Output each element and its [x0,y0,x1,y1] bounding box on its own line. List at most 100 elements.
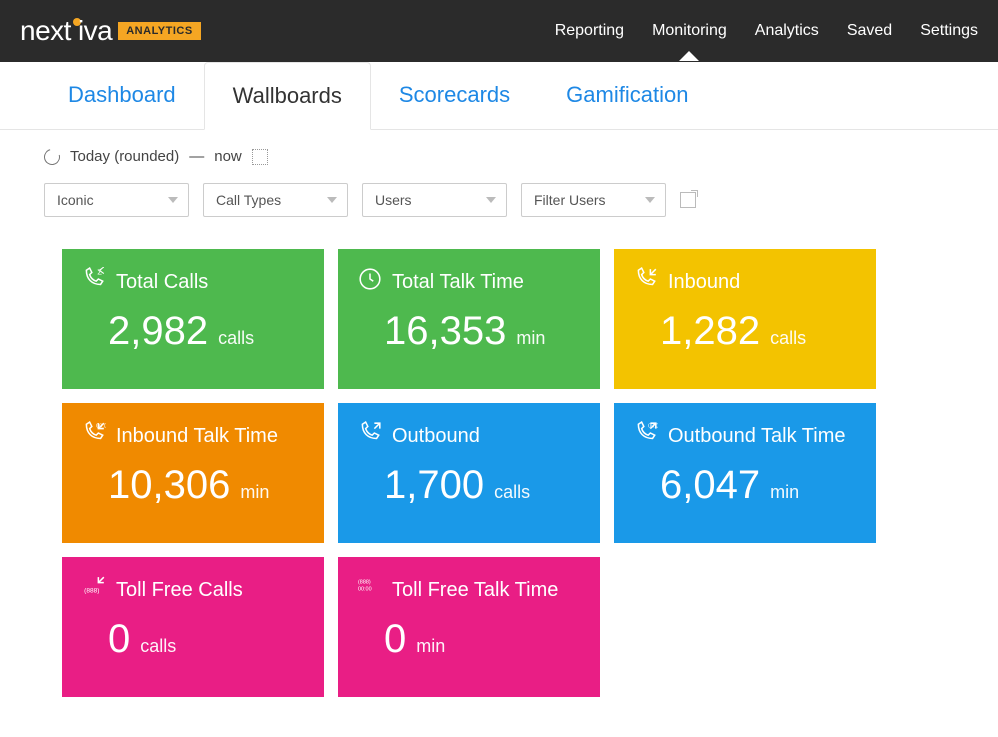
popout-icon[interactable] [680,192,696,208]
card-header: 00:00 Outbound Talk Time [634,421,856,451]
template-select-label: Iconic [57,192,94,208]
calendar-icon[interactable] [252,149,268,165]
card-title: Inbound Talk Time [116,425,278,448]
card-value: 0 min [358,617,580,662]
tab-dashboard[interactable]: Dashboard [40,62,204,129]
filter-users-label: Filter Users [534,192,606,208]
tollfree-time-icon: (888)00:00 [358,575,382,605]
card-number: 2,982 [108,309,208,354]
svg-text:00:00: 00:00 [358,586,372,592]
chevron-down-icon [327,197,337,203]
card-unit: calls [140,636,176,657]
card-title: Toll Free Talk Time [392,579,558,602]
chevron-down-icon [486,197,496,203]
card-title: Toll Free Calls [116,579,243,602]
subtabs: Dashboard Wallboards Scorecards Gamifica… [0,62,998,130]
svg-text:(888): (888) [358,580,371,586]
date-from[interactable]: Today (rounded) [70,148,179,165]
date-sep: — [189,148,204,165]
card-value: 1,282 calls [634,309,856,354]
nav-settings[interactable]: Settings [920,2,978,60]
template-select[interactable]: Iconic [44,183,189,217]
card-unit: min [416,636,445,657]
phone-in-time-icon: 00:00 [82,421,106,451]
card-title: Outbound [392,425,480,448]
card-title: Total Calls [116,271,208,294]
card-unit: min [240,482,269,503]
card-number: 0 [108,617,130,662]
svg-text:(888): (888) [84,587,99,594]
clock-icon [358,267,382,297]
card-number: 1,700 [384,463,484,508]
tab-gamification[interactable]: Gamification [538,62,716,129]
tab-wallboards[interactable]: Wallboards [204,62,371,130]
metric-card[interactable]: 00:00 Outbound Talk Time 6,047 min [614,403,876,543]
date-range: Today (rounded) — now [44,148,954,165]
metric-card[interactable]: Outbound 1,700 calls [338,403,600,543]
card-value: 16,353 min [358,309,580,354]
svg-text:00:00: 00:00 [96,424,106,430]
card-number: 10,306 [108,463,230,508]
card-header: (888)00:00 Toll Free Talk Time [358,575,580,605]
metric-card[interactable]: Inbound 1,282 calls [614,249,876,389]
card-title: Inbound [668,271,740,294]
users-label: Users [375,192,412,208]
toolbar: Today (rounded) — now Iconic Call Types … [0,130,998,229]
chevron-down-icon [645,197,655,203]
card-unit: min [516,328,545,349]
metric-card[interactable]: (888) Toll Free Calls 0 calls [62,557,324,697]
card-value: 1,700 calls [358,463,580,508]
card-number: 6,047 [660,463,760,508]
card-value: 2,982 calls [82,309,304,354]
metric-card[interactable]: 00:00 Inbound Talk Time 10,306 min [62,403,324,543]
nav-saved[interactable]: Saved [847,2,892,60]
brand-logo: nextiva ANALYTICS [20,15,201,47]
metric-card[interactable]: (888)00:00 Toll Free Talk Time 0 min [338,557,600,697]
card-number: 0 [384,617,406,662]
wallboard: Σ Total Calls 2,982 calls Total Talk Time 16,… [0,229,998,737]
card-title: Outbound Talk Time [668,425,846,448]
tab-scorecards[interactable]: Scorecards [371,62,538,129]
card-number: 16,353 [384,309,506,354]
brand-name-prefix: next [20,15,71,47]
card-header: (888) Toll Free Calls [82,575,304,605]
phone-in-icon [634,267,658,297]
metric-card[interactable]: Σ Total Calls 2,982 calls [62,249,324,389]
card-value: 0 calls [82,617,304,662]
card-header: 00:00 Inbound Talk Time [82,421,304,451]
svg-text:00:00: 00:00 [648,424,658,430]
refresh-icon[interactable] [41,146,63,168]
card-header: Inbound [634,267,856,297]
date-to[interactable]: now [214,148,242,165]
card-unit: calls [218,328,254,349]
call-types-label: Call Types [216,192,281,208]
nav-monitoring[interactable]: Monitoring [652,2,727,60]
users-select[interactable]: Users [362,183,507,217]
card-value: 10,306 min [82,463,304,508]
metric-card[interactable]: Total Talk Time 16,353 min [338,249,600,389]
topbar: nextiva ANALYTICS Reporting Monitoring A… [0,0,998,62]
chevron-down-icon [168,197,178,203]
nav-reporting[interactable]: Reporting [555,2,624,60]
nav-analytics[interactable]: Analytics [755,2,819,60]
top-nav: Reporting Monitoring Analytics Saved Set… [555,2,978,60]
phone-out-icon [358,421,382,451]
card-title: Total Talk Time [392,271,524,294]
call-types-select[interactable]: Call Types [203,183,348,217]
phone-sigma-icon: Σ [82,267,106,297]
tollfree-icon: (888) [82,575,106,605]
card-unit: calls [770,328,806,349]
card-header: Total Talk Time [358,267,580,297]
brand-name-suffix: iva [78,15,112,47]
brand-badge: ANALYTICS [118,22,200,40]
card-number: 1,282 [660,309,760,354]
card-unit: calls [494,482,530,503]
filters-row: Iconic Call Types Users Filter Users [44,183,954,217]
filter-users-select[interactable]: Filter Users [521,183,666,217]
card-header: Σ Total Calls [82,267,304,297]
card-header: Outbound [358,421,580,451]
card-unit: min [770,482,799,503]
content: Dashboard Wallboards Scorecards Gamifica… [0,62,998,737]
card-value: 6,047 min [634,463,856,508]
phone-out-time-icon: 00:00 [634,421,658,451]
